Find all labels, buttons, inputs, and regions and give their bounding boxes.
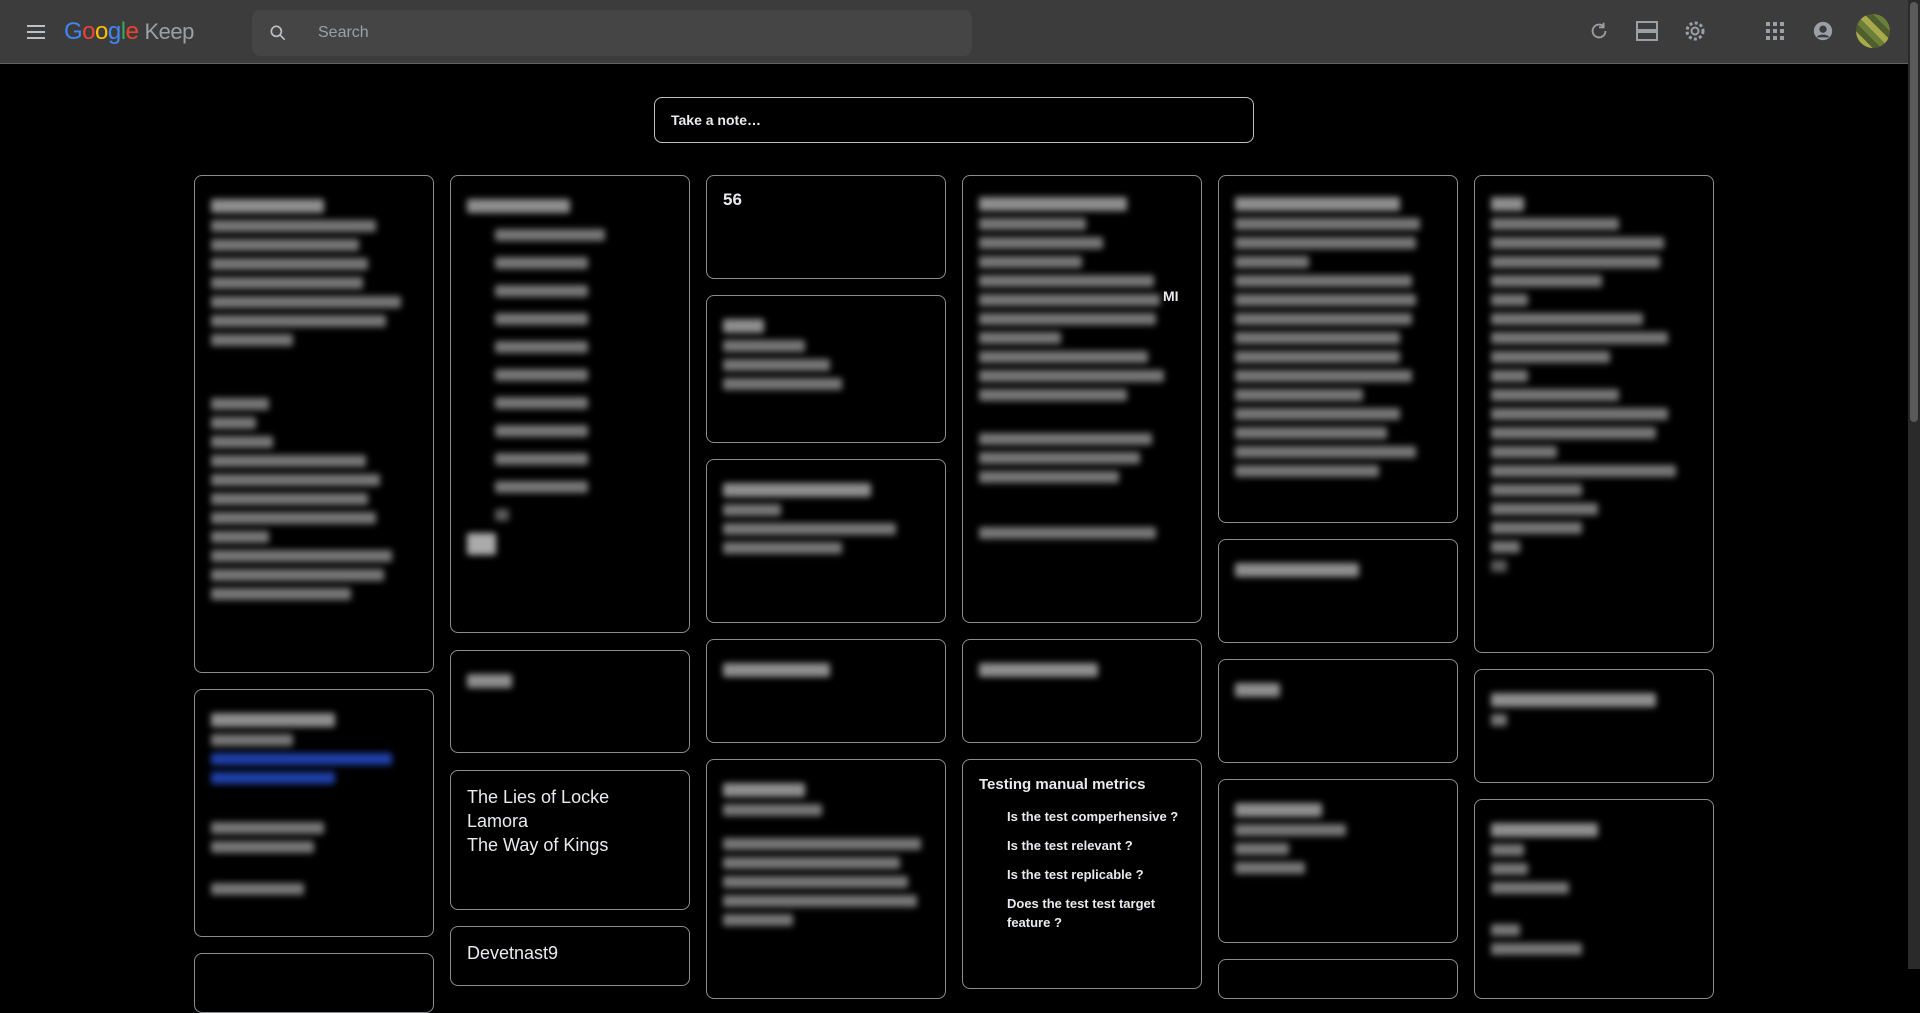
note-card[interactable] (706, 459, 946, 623)
account-icon[interactable] (1808, 16, 1838, 46)
checklist-item[interactable]: Does the test test target feature ? (1007, 894, 1185, 932)
checklist-item[interactable]: Is the test comperhensive ? (1007, 807, 1185, 826)
avatar[interactable] (1856, 14, 1890, 48)
note-card[interactable]: MI (962, 175, 1202, 623)
note-card[interactable] (194, 689, 434, 937)
note-card[interactable] (450, 650, 690, 753)
top-app-bar: Google Keep (0, 0, 1908, 64)
note-title: Devetnast9 (467, 943, 559, 963)
blurred-note-content (467, 199, 673, 555)
note-card[interactable] (1218, 539, 1458, 643)
search-bar[interactable] (252, 10, 972, 56)
blurred-note-content (1491, 823, 1697, 955)
refresh-icon[interactable] (1584, 16, 1614, 46)
checklist-item[interactable]: Is the test relevant ? (1007, 836, 1185, 855)
blurred-note-content (1235, 197, 1441, 477)
note-card[interactable]: Testing manual metrics Is the test compe… (962, 759, 1202, 989)
note-text-fragment: MI (1163, 288, 1179, 304)
note-title: 56 (723, 190, 742, 209)
note-title: Testing manual metrics (979, 776, 1146, 793)
note-card[interactable] (1218, 959, 1458, 999)
blurred-note-content (211, 713, 417, 895)
note-card[interactable] (1474, 799, 1714, 999)
note-card[interactable] (1218, 175, 1458, 523)
scroll-thumb[interactable] (1910, 2, 1918, 422)
search-input[interactable] (318, 10, 938, 56)
checklist-item[interactable]: Is the test replicable ? (1007, 865, 1185, 884)
note-card[interactable] (1474, 175, 1714, 653)
take-note-input[interactable]: Take a note… (654, 97, 1254, 143)
note-card[interactable] (706, 759, 946, 999)
note-card[interactable] (962, 639, 1202, 743)
search-icon[interactable] (268, 23, 288, 43)
blurred-note-content (723, 783, 929, 926)
note-card[interactable] (706, 295, 946, 443)
blurred-note-content (1235, 563, 1441, 577)
take-note-placeholder: Take a note… (671, 112, 761, 128)
note-card[interactable] (194, 953, 434, 1013)
note-card[interactable]: Devetnast9 (450, 926, 690, 986)
blurred-note-content (979, 663, 1185, 677)
blurred-note-content (1491, 197, 1697, 572)
menu-icon[interactable] (20, 16, 52, 48)
note-card[interactable] (194, 175, 434, 673)
blurred-note-content (467, 674, 673, 688)
note-card[interactable] (706, 639, 946, 743)
apps-icon[interactable] (1760, 16, 1790, 46)
note-card[interactable]: 56 (706, 175, 946, 279)
note-text: Lamora (467, 811, 529, 831)
note-text: The Lies of Locke (467, 787, 610, 807)
checklist: Is the test comperhensive ? Is the test … (979, 807, 1185, 932)
blurred-note-content (723, 663, 929, 677)
blurred-note-content (211, 199, 417, 600)
blurred-note-content (723, 319, 929, 390)
page-scrollbar[interactable] (1908, 0, 1920, 969)
note-card[interactable] (450, 175, 690, 633)
note-text: The Way of Kings (467, 835, 609, 855)
note-card[interactable] (1474, 669, 1714, 783)
blurred-note-content (1235, 803, 1441, 874)
blurred-note-content (1491, 693, 1697, 726)
note-card[interactable] (1218, 659, 1458, 763)
settings-icon[interactable] (1680, 16, 1710, 46)
blurred-note-content (1235, 683, 1441, 697)
blurred-note-content (723, 483, 929, 554)
blurred-note-content (979, 197, 1185, 539)
list-view-icon[interactable] (1632, 16, 1662, 46)
note-card[interactable]: The Lies of Locke Lamora The Way of King… (450, 770, 690, 910)
google-keep-logo[interactable]: Google Keep (64, 18, 194, 46)
note-card[interactable] (1218, 779, 1458, 943)
